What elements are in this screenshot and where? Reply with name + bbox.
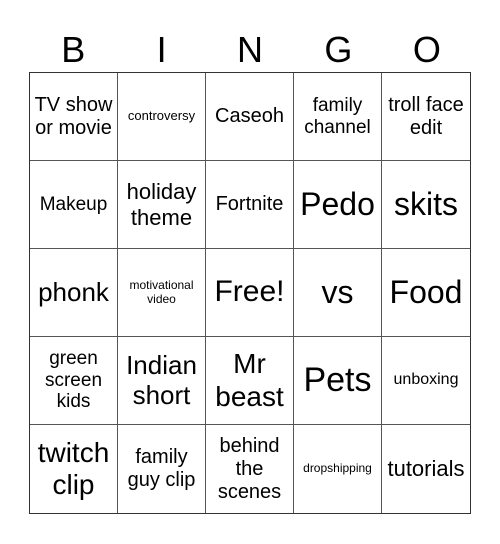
bingo-cell[interactable]: skits bbox=[382, 161, 470, 249]
bingo-cell[interactable]: Makeup bbox=[30, 161, 118, 249]
cell-text: dropshipping bbox=[303, 461, 372, 476]
free-space-cell[interactable]: Free! bbox=[206, 249, 294, 337]
bingo-grid: TV show or movie controversy Caseoh fami… bbox=[29, 72, 471, 514]
cell-text: family channel bbox=[304, 94, 371, 138]
cell-text: controversy bbox=[127, 108, 196, 124]
cell-text: Pets bbox=[303, 360, 372, 399]
cell-text: motivational video bbox=[129, 277, 194, 306]
cell-text: behind the scenes bbox=[217, 434, 282, 503]
bingo-cell[interactable]: Caseoh bbox=[206, 73, 294, 161]
bingo-cell[interactable]: Mr beast bbox=[206, 337, 294, 425]
bingo-cell[interactable]: green screen kids bbox=[30, 337, 118, 425]
bingo-cell[interactable]: troll face edit bbox=[382, 73, 470, 161]
bingo-cell[interactable]: Pedo bbox=[294, 161, 382, 249]
cell-text: Free! bbox=[214, 275, 285, 309]
bingo-cell[interactable]: Pets bbox=[294, 337, 382, 425]
header-letter-o: O bbox=[412, 29, 441, 70]
bingo-cell[interactable]: twitch clip bbox=[30, 425, 118, 513]
cell-text: Pedo bbox=[300, 186, 375, 223]
cell-text: Caseoh bbox=[215, 105, 284, 127]
bingo-cell[interactable]: Indian short bbox=[118, 337, 206, 425]
bingo-cell[interactable]: vs bbox=[294, 249, 382, 337]
bingo-cell[interactable]: unboxing bbox=[382, 337, 470, 425]
bingo-cell[interactable]: family guy clip bbox=[118, 425, 206, 513]
bingo-cell[interactable]: controversy bbox=[118, 73, 206, 161]
bingo-cell[interactable]: phonk bbox=[30, 249, 118, 337]
cell-text: skits bbox=[394, 186, 458, 223]
header-letter-b: B bbox=[61, 29, 86, 70]
header-letter-g: G bbox=[324, 29, 353, 70]
cell-text: Fortnite bbox=[215, 193, 284, 215]
bingo-cell[interactable]: Fortnite bbox=[206, 161, 294, 249]
cell-text: troll face edit bbox=[388, 93, 464, 139]
cell-text: tutorials bbox=[387, 456, 465, 482]
cell-text: TV show or movie bbox=[34, 93, 113, 139]
cell-text: Mr beast bbox=[215, 348, 284, 412]
bingo-cell[interactable]: tutorials bbox=[382, 425, 470, 513]
bingo-cell[interactable]: dropshipping bbox=[294, 425, 382, 513]
bingo-cell[interactable]: motivational video bbox=[118, 249, 206, 337]
cell-text: Food bbox=[389, 274, 463, 311]
bingo-cell[interactable]: behind the scenes bbox=[206, 425, 294, 513]
bingo-cell[interactable]: holiday theme bbox=[118, 161, 206, 249]
cell-text: holiday theme bbox=[126, 179, 197, 230]
bingo-cell[interactable]: family channel bbox=[294, 73, 382, 161]
cell-text: green screen kids bbox=[44, 347, 103, 413]
cell-text: Indian short bbox=[126, 349, 197, 410]
cell-text: Makeup bbox=[39, 193, 108, 215]
bingo-header: B I N G O bbox=[29, 28, 471, 72]
cell-text: phonk bbox=[38, 276, 109, 307]
bingo-cell[interactable]: Food bbox=[382, 249, 470, 337]
cell-text: family guy clip bbox=[127, 446, 196, 491]
header-letter-n: N bbox=[237, 29, 264, 70]
cell-text: unboxing bbox=[393, 371, 459, 389]
header-letter-i: I bbox=[156, 29, 167, 70]
bingo-cell[interactable]: TV show or movie bbox=[30, 73, 118, 161]
cell-text: twitch clip bbox=[37, 436, 110, 500]
cell-text: vs bbox=[321, 274, 354, 311]
